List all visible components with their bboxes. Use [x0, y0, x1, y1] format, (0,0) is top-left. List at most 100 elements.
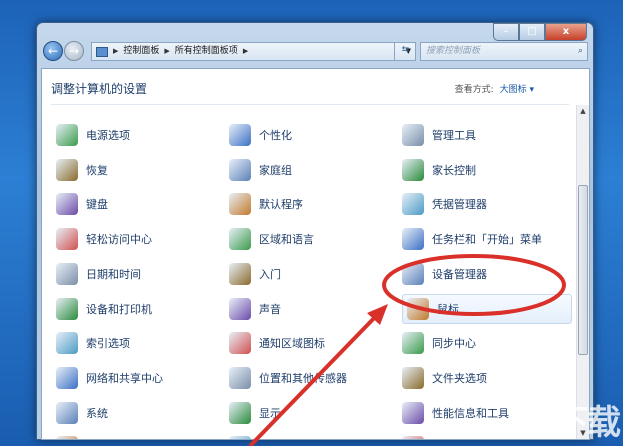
- item-icon: [402, 262, 424, 285]
- item-icon: [229, 193, 251, 216]
- item-label: 疑难解答: [259, 439, 303, 440]
- nav-buttons: ← →: [43, 41, 85, 61]
- scroll-thumb[interactable]: [578, 185, 588, 355]
- item-label: 个性化: [259, 129, 292, 142]
- item-label: 通知区域图标: [259, 337, 325, 351]
- item-icon: [407, 297, 429, 320]
- breadcrumb-item[interactable]: 控制面板: [123, 43, 159, 60]
- control-panel-item[interactable]: 凭据管理器: [402, 189, 567, 219]
- control-panel-item[interactable]: 键盘: [56, 189, 221, 219]
- forward-button[interactable]: →: [64, 41, 84, 61]
- item-label: 任务栏和「开始」菜单: [432, 233, 542, 247]
- item-label: 入门: [259, 267, 281, 281]
- item-label: 恢复: [86, 163, 108, 177]
- control-panel-item[interactable]: 鼠标: [402, 293, 572, 324]
- item-label: 用户帐户: [432, 439, 476, 440]
- item-label: 声音: [259, 302, 281, 316]
- item-icon: [56, 332, 78, 355]
- item-icon: [229, 297, 251, 320]
- minimize-button[interactable]: –: [493, 23, 519, 41]
- chevron-right-icon: ▶: [242, 47, 249, 55]
- control-panel-item[interactable]: 同步中心: [402, 328, 567, 358]
- item-label: 位置和其他传感器: [259, 371, 347, 385]
- control-panel-item[interactable]: 任务栏和「开始」菜单: [402, 224, 567, 254]
- item-icon: [229, 401, 251, 424]
- item-icon: [402, 401, 424, 424]
- control-panel-item[interactable]: 网络和共享中心: [56, 363, 221, 393]
- item-icon: [56, 193, 78, 216]
- content-pane: 调整计算机的设置 查看方式: 大图标 ▾ 电源选项 个性化 管理工具恢复 家庭组 家长控制…: [41, 68, 590, 440]
- item-icon: [229, 158, 251, 181]
- item-icon: [56, 366, 78, 389]
- item-label: 电源选项: [86, 129, 130, 142]
- control-panel-item[interactable]: 文件夹选项: [402, 363, 567, 393]
- search-placeholder: 搜索控制面板: [426, 46, 481, 56]
- item-icon: [402, 124, 424, 146]
- scroll-up-arrow[interactable]: ▲: [577, 107, 589, 115]
- search-input[interactable]: 搜索控制面板 ⌕: [420, 42, 588, 61]
- item-label: 管理工具: [432, 129, 476, 142]
- control-panel-item[interactable]: 管理工具: [402, 120, 567, 150]
- chevron-right-icon: ▶: [164, 47, 170, 55]
- address-bar[interactable]: ▶ 控制面板 ▶ 所有控制面板项 ▶ ▼: [91, 42, 416, 61]
- view-label: 查看方式:: [454, 85, 494, 95]
- watermark: 下载: [555, 403, 621, 443]
- control-panel-item[interactable]: 通知区域图标: [229, 328, 394, 358]
- item-label: 凭据管理器: [432, 198, 487, 212]
- page-title: 调整计算机的设置: [51, 82, 148, 96]
- control-panel-item[interactable]: 颜色管理: [56, 432, 221, 440]
- item-label: 家长控制: [432, 163, 476, 177]
- item-icon: [402, 228, 424, 251]
- control-panel-item[interactable]: 区域和语言: [229, 224, 394, 254]
- item-icon: [229, 228, 251, 251]
- control-panel-item[interactable]: 家庭组: [229, 155, 394, 185]
- control-panel-item[interactable]: 用户帐户: [402, 432, 567, 440]
- control-panel-item[interactable]: 疑难解答: [229, 432, 394, 440]
- item-label: 颜色管理: [86, 439, 130, 440]
- item-icon: [229, 366, 251, 389]
- item-icon: [56, 297, 78, 320]
- item-label: 区域和语言: [259, 233, 314, 247]
- divider: [51, 104, 569, 105]
- item-label: 设备管理器: [432, 267, 487, 281]
- control-panel-item[interactable]: 位置和其他传感器: [229, 363, 394, 393]
- item-label: 鼠标: [437, 302, 459, 316]
- view-dropdown[interactable]: 大图标 ▾: [500, 85, 534, 95]
- item-label: 索引选项: [86, 337, 130, 351]
- item-icon: [56, 262, 78, 285]
- control-panel-item[interactable]: 轻松访问中心: [56, 224, 221, 254]
- chevron-right-icon: ▶: [113, 47, 119, 55]
- control-panel-item[interactable]: 默认程序: [229, 189, 394, 219]
- item-label: 网络和共享中心: [86, 371, 163, 385]
- control-panel-item[interactable]: 性能信息和工具: [402, 398, 567, 428]
- item-icon: [56, 436, 78, 439]
- scrollbar[interactable]: ▲ ▼: [576, 105, 589, 439]
- maximize-button[interactable]: □: [519, 23, 545, 41]
- item-label: 家庭组: [259, 163, 292, 177]
- control-panel-item[interactable]: 家长控制: [402, 155, 567, 185]
- control-panel-item[interactable]: 设备管理器: [402, 259, 567, 289]
- item-label: 键盘: [86, 198, 108, 212]
- control-panel-item[interactable]: 电源选项: [56, 120, 221, 150]
- control-panel-item[interactable]: 设备和打印机: [56, 294, 221, 324]
- control-panel-item[interactable]: 个性化: [229, 120, 394, 150]
- item-label: 文件夹选项: [432, 371, 487, 385]
- caption-buttons: – □ x: [493, 23, 587, 41]
- breadcrumb-item[interactable]: 所有控制面板项: [175, 43, 238, 60]
- control-panel-item[interactable]: 索引选项: [56, 328, 221, 358]
- control-panel-item[interactable]: 系统: [56, 398, 221, 428]
- search-icon[interactable]: ⌕: [578, 43, 583, 60]
- control-panel-item[interactable]: 声音: [229, 294, 394, 324]
- control-panel-item[interactable]: 显示: [229, 398, 394, 428]
- control-panel-item[interactable]: 恢复: [56, 155, 221, 185]
- item-icon: [402, 366, 424, 389]
- control-panel-item[interactable]: 入门: [229, 259, 394, 289]
- close-button[interactable]: x: [545, 23, 587, 41]
- item-label: 日期和时间: [86, 267, 141, 281]
- item-label: 性能信息和工具: [432, 406, 509, 420]
- back-button[interactable]: ←: [43, 41, 63, 61]
- item-icon: [56, 401, 78, 424]
- item-icon: [229, 262, 251, 285]
- refresh-button[interactable]: ⇆: [394, 42, 416, 61]
- control-panel-item[interactable]: 日期和时间: [56, 259, 221, 289]
